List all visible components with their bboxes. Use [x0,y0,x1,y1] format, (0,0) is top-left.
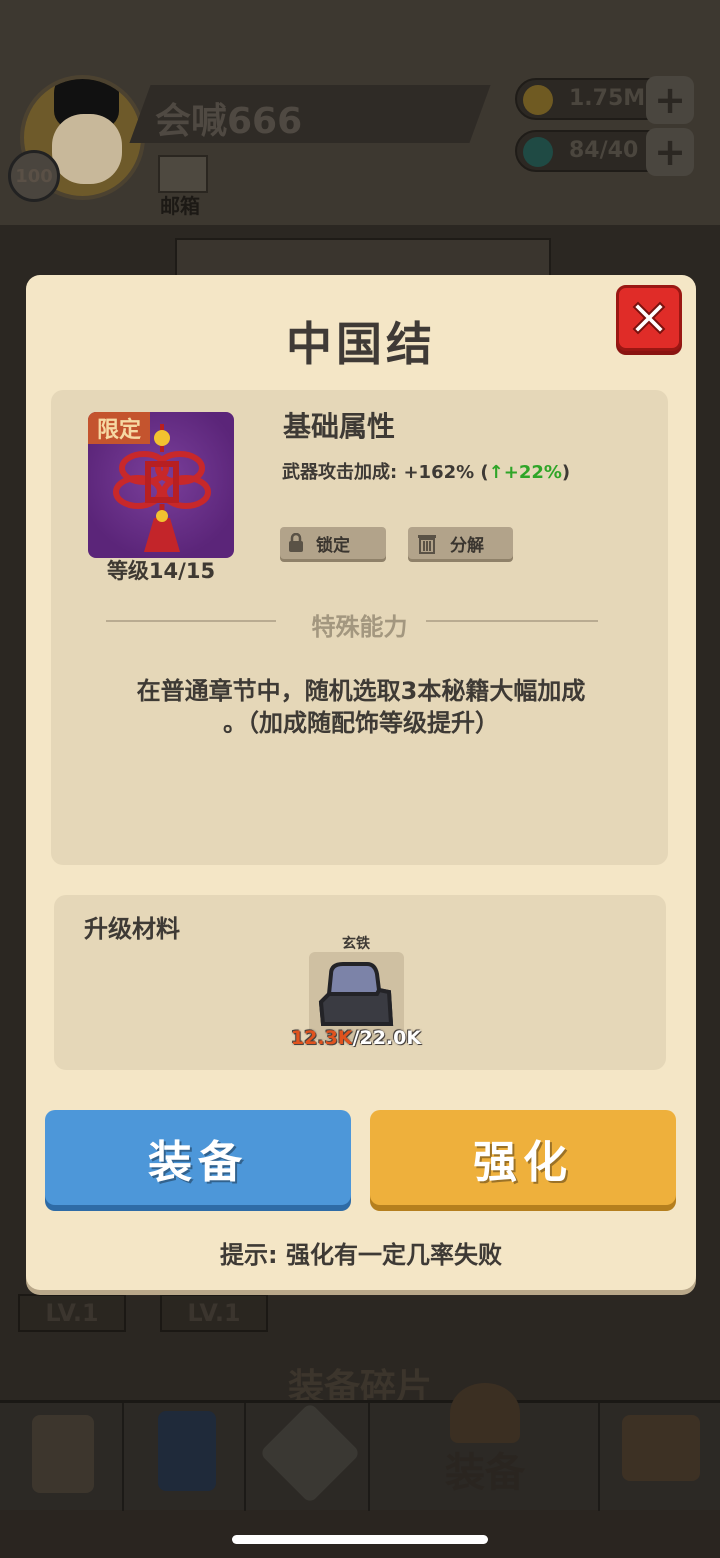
book-icon [158,1411,216,1491]
special-ability-title: 特殊能力 [311,613,408,641]
add-energy-button[interactable]: + [646,128,694,176]
trash-icon [418,535,436,554]
item-detail-dialog: 中国结 限定 等级14/15 基础属性 武器攻击加成: +162% (↑+22%… [26,275,696,1290]
item-level: 等级14/15 [106,559,216,583]
material-count: 12.3K/22.0K [276,1027,436,1049]
username: 会喊666 [155,101,303,142]
bg-slot-level-2: LV.1 [160,1294,268,1332]
special-ability-line-1: 在普通章节中，随机选取3本秘籍大幅加成 [136,677,586,705]
enhance-hint: 提示: 强化有一定几率失败 [220,1241,502,1269]
close-icon [632,301,666,335]
player-level-badge: 100 [8,150,60,202]
attack-bonus-stat: 武器攻击加成: +162% (↑+22%) [282,458,570,484]
divider-right [426,620,598,622]
energy-amount: 84/40 [569,138,639,163]
limited-tag: 限定 [88,412,150,444]
nav-active-label: 装备 [445,1450,525,1496]
coin-amount: 1.75M [569,86,646,111]
special-ability-line-2: 。（加成随配饰等级提升） [223,709,499,737]
material-current: 12.3K [290,1027,353,1049]
coin-counter: 1.75M + [515,76,694,124]
material-name: 玄铁 [342,936,370,952]
item-icon-frame: 限定 [88,412,234,558]
upgrade-materials-title: 升级材料 [84,915,180,943]
mail-icon[interactable] [158,155,208,193]
energy-icon [523,137,553,167]
bottom-navigation [0,1383,720,1511]
helmet-icon [450,1383,520,1443]
crossed-swords-icon [259,1402,361,1504]
equip-button[interactable]: 装备 [45,1110,351,1205]
lock-button[interactable]: 锁定 [280,527,386,559]
nav-tab-cultivation[interactable] [124,1403,246,1511]
material-required: /22.0K [352,1027,422,1049]
attack-bonus-label: 武器攻击加成: +162% ( [282,462,489,483]
upgrade-materials-panel: 升级材料 玄铁 12.3K/22.0K [54,895,666,1070]
item-info-panel: 限定 等级14/15 基础属性 武器攻击加成: +162% (↑+22%) 锁定… [51,390,668,865]
decompose-button[interactable]: 分解 [408,527,513,559]
energy-counter: 84/40 + [515,128,694,176]
decompose-label: 分解 [450,535,484,556]
nav-tab-tasks[interactable] [0,1403,124,1511]
special-ability-description: 在普通章节中，随机选取3本秘籍大幅加成 。（加成随配饰等级提升） [91,675,631,739]
scroll-icon [32,1415,94,1493]
nav-tab-collection[interactable] [600,1403,720,1511]
attack-bonus-suffix: ) [561,462,571,483]
bg-slot-level-1: LV.1 [18,1294,126,1332]
home-indicator[interactable] [232,1535,488,1544]
lock-label: 锁定 [316,535,350,556]
add-coins-button[interactable]: + [646,76,694,124]
enhance-button[interactable]: 强化 [370,1110,676,1205]
background-panel [175,238,551,278]
avatar-face [52,114,122,184]
attack-bonus-increase: ↑+22% [488,462,562,483]
close-button[interactable] [616,285,682,351]
lock-icon [289,533,303,552]
coin-icon [523,85,553,115]
dialog-title: 中国结 [286,317,436,371]
mail-label: 邮箱 [160,194,200,218]
base-attributes-title: 基础属性 [283,410,396,443]
nav-tab-battle[interactable] [246,1402,370,1511]
shop-icon [622,1415,700,1481]
